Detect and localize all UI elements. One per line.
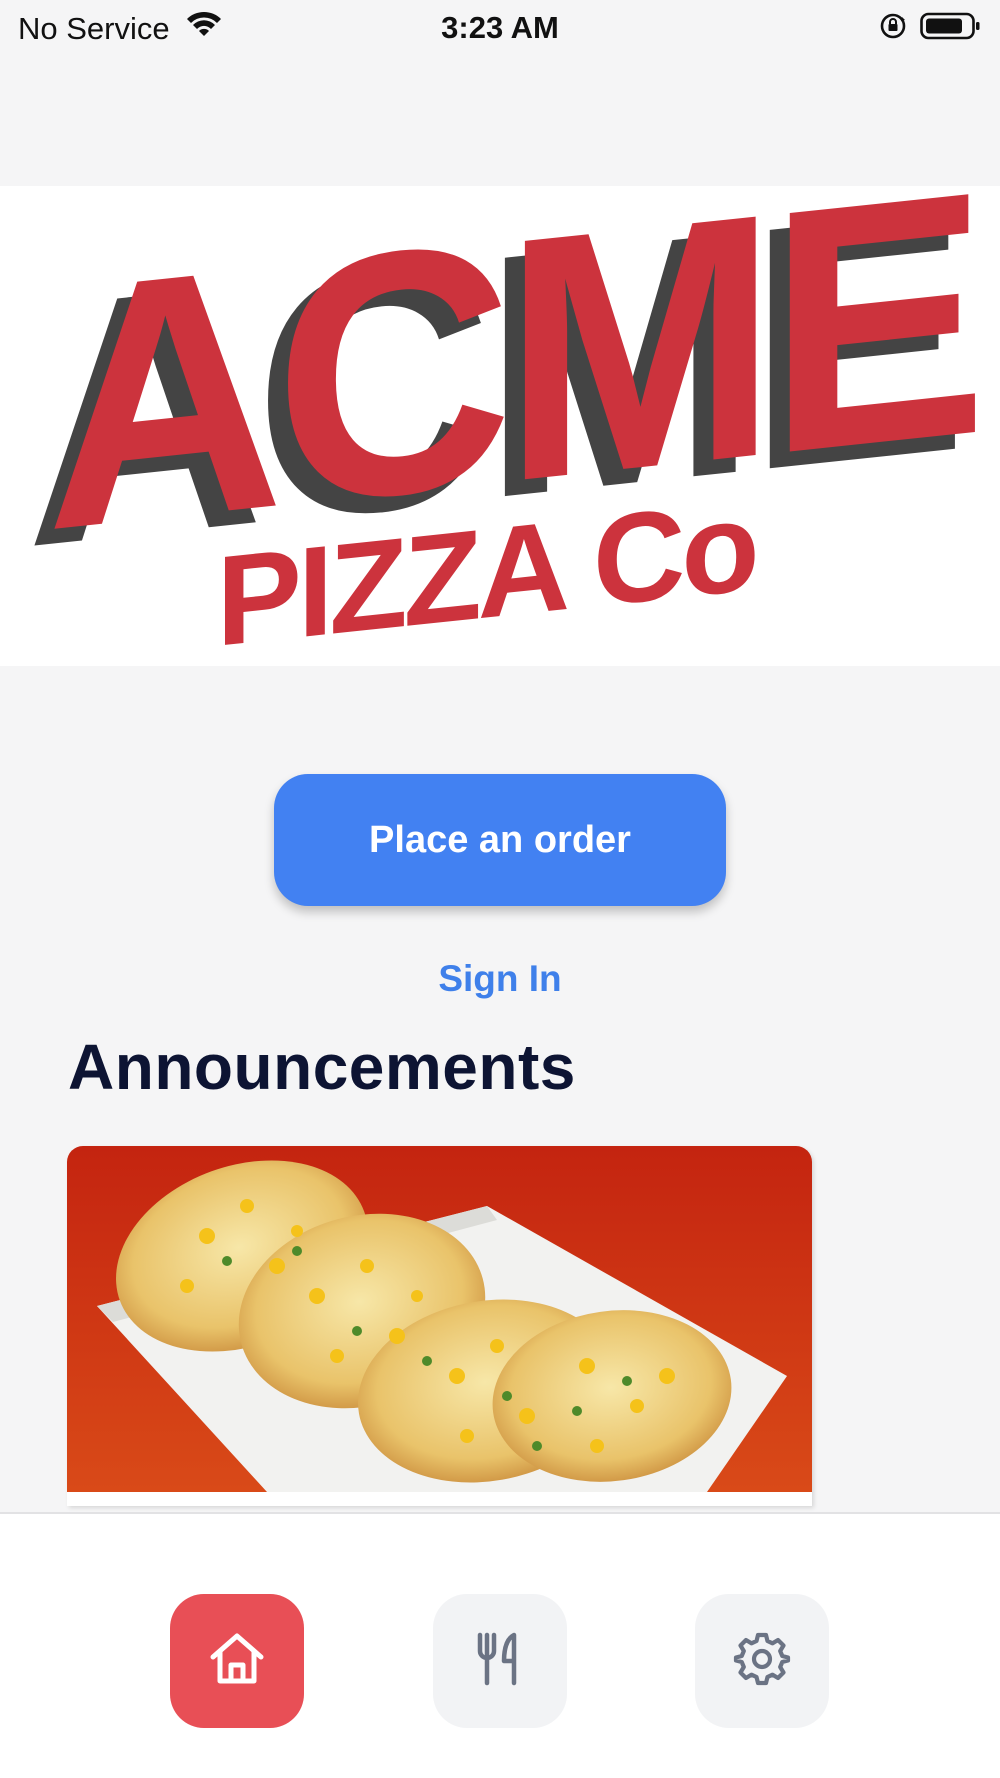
- tab-settings[interactable]: [695, 1594, 829, 1728]
- announcements-heading: Announcements: [68, 1031, 576, 1103]
- acme-pizza-logo: ACME ACME PIZZA Co: [0, 186, 1000, 666]
- home-screen: No Service 3:23 AM ACME ACME PIZZA Co Pl…: [0, 0, 1000, 1778]
- status-bar: No Service 3:23 AM: [0, 0, 1000, 56]
- tab-menu[interactable]: [433, 1594, 567, 1728]
- gear-icon: [732, 1629, 792, 1694]
- status-time: 3:23 AM: [441, 10, 559, 45]
- announcement-card[interactable]: [67, 1146, 812, 1506]
- bottom-tab-bar: [0, 1512, 1000, 1778]
- announcement-image: [67, 1146, 812, 1492]
- place-order-button[interactable]: Place an order: [274, 774, 726, 906]
- battery-icon: [920, 11, 982, 49]
- fork-knife-icon: [468, 1627, 532, 1696]
- tab-home[interactable]: [170, 1594, 304, 1728]
- sign-in-link[interactable]: Sign In: [0, 958, 1000, 1000]
- status-right: [878, 11, 982, 49]
- home-icon: [205, 1627, 269, 1696]
- orientation-lock-icon: [878, 11, 908, 49]
